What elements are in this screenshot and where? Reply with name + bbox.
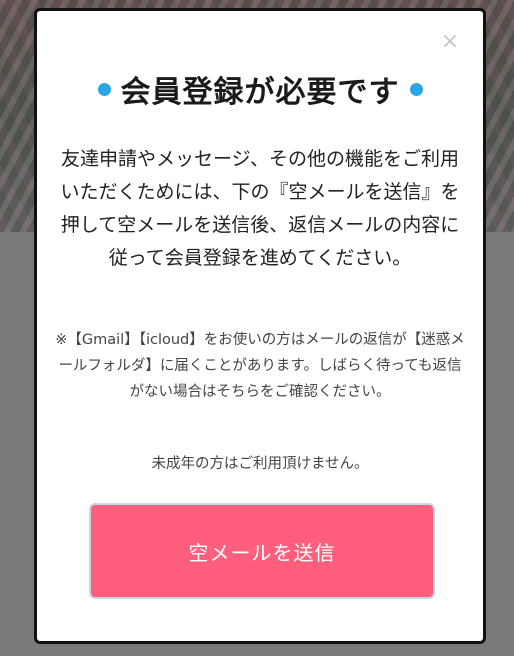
email-note: ※【Gmail】【icloud】をお使いの方はメールの返信が【迷惑メールフォルダ…	[55, 332, 465, 400]
age-restriction-note: 未成年の方はご利用頂けません。	[151, 456, 369, 472]
modal-title: 会員登録が必要です	[120, 75, 400, 110]
close-icon[interactable]: ×	[439, 31, 461, 53]
modal-description: 友達申請やメッセージ、その他の機能をご利用いただくためには、下の『空メールを送信…	[60, 148, 460, 269]
registration-modal: × 会員登録が必要です 友達申請やメッセージ、その他の機能をご利用いただくために…	[34, 8, 486, 644]
title-dot-left-icon	[97, 82, 111, 96]
send-empty-mail-button[interactable]: 空メールを送信	[89, 503, 435, 599]
modal-title-row: 会員登録が必要です	[37, 67, 483, 111]
title-dot-right-icon	[409, 82, 423, 96]
